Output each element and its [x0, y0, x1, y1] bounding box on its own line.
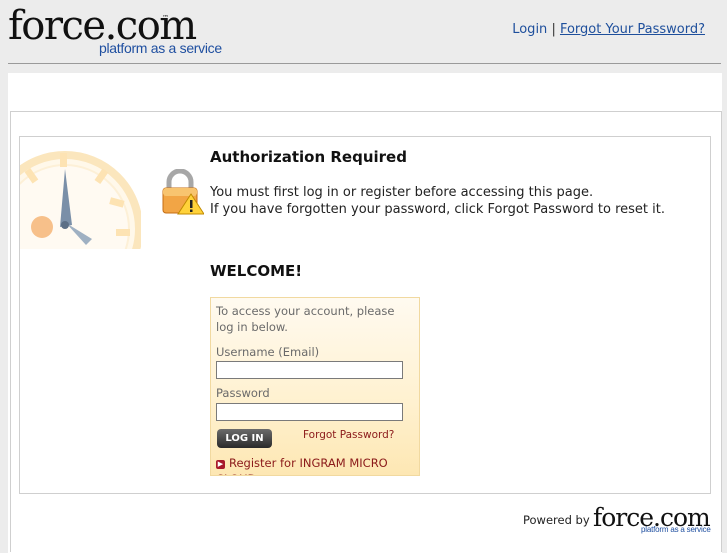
login-button[interactable]: LOG IN	[217, 429, 272, 448]
username-input[interactable]	[216, 361, 403, 379]
powered-by-label: Powered by	[523, 513, 590, 527]
lock-warning-icon	[160, 168, 205, 219]
auth-title: Authorization Required	[210, 148, 407, 166]
logo-tagline: platform as a service	[99, 40, 222, 56]
logo-trademark: ™	[162, 14, 169, 22]
top-links: Login | Forgot Your Password?	[512, 22, 705, 37]
welcome-heading: WELCOME!	[210, 262, 303, 280]
auth-message: You must first log in or register before…	[210, 184, 665, 218]
login-link[interactable]: Login	[512, 22, 547, 37]
arrow-right-icon: ▶	[216, 460, 225, 469]
auth-panel: Authorization Required You must first lo…	[19, 136, 711, 494]
header-divider	[8, 63, 721, 64]
login-form: To access your account, please log in be…	[210, 297, 420, 476]
username-label: Username (Email)	[216, 345, 320, 359]
powered-by: Powered by force.com platform as a servi…	[523, 503, 723, 546]
password-label: Password	[216, 386, 270, 400]
register-link-label[interactable]: Register for INGRAM MICRO CLOUD	[216, 456, 388, 475]
force-logo: force.com ™ platform as a service	[8, 4, 223, 58]
link-separator: |	[551, 22, 556, 37]
footer-logo-tagline: platform as a service	[641, 525, 711, 534]
page-body: Authorization Required You must first lo…	[8, 73, 722, 553]
forgot-password-link[interactable]: Forgot Your Password?	[560, 22, 705, 37]
forgot-password-button[interactable]: Forgot Password?	[303, 429, 394, 441]
clock-icon	[20, 137, 141, 249]
page-header: force.com ™ platform as a service Login …	[0, 0, 727, 64]
login-intro: To access your account, please log in be…	[216, 304, 395, 334]
auth-message-line1: You must first log in or register before…	[210, 185, 594, 200]
password-input[interactable]	[216, 403, 403, 421]
register-link[interactable]: ▶Register for INGRAM MICRO CLOUD	[216, 455, 416, 475]
auth-message-line2: If you have forgotten your password, cli…	[210, 202, 665, 217]
